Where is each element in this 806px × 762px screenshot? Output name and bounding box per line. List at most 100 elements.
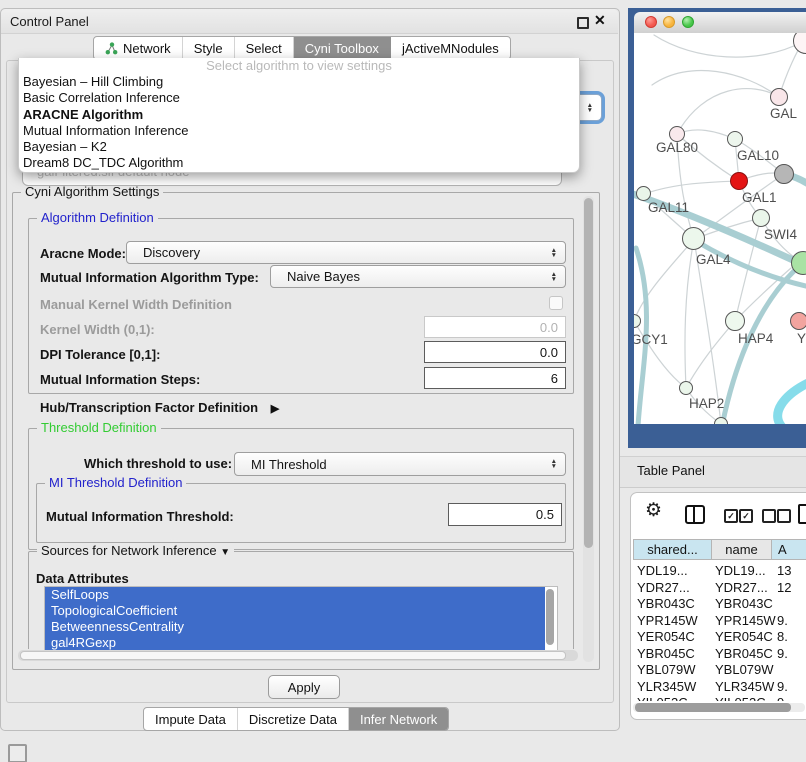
- unchecked-checkbox-icon[interactable]: [777, 509, 791, 523]
- network-node-gal1[interactable]: [730, 172, 748, 190]
- checked-checkbox-icon[interactable]: ✓: [724, 509, 738, 523]
- table-hscrollbar[interactable]: [633, 703, 805, 712]
- table-cell[interactable]: YBL079W: [715, 662, 774, 677]
- network-node-hap4[interactable]: [725, 311, 745, 331]
- which-threshold-combo[interactable]: MI Threshold ▲▼: [234, 452, 566, 476]
- tab-network[interactable]: Network: [94, 37, 183, 59]
- tab-style[interactable]: Style: [183, 37, 235, 59]
- table-cell[interactable]: YER054C: [637, 629, 695, 644]
- list-item-selfloops[interactable]: SelfLoops: [45, 587, 545, 603]
- table-cell[interactable]: 9.: [777, 646, 788, 661]
- tab-jactivemnodules[interactable]: jActiveMNodules: [391, 37, 510, 59]
- column-header-name[interactable]: name: [711, 539, 772, 560]
- table-panel-container: ⚙ ✓ ✓ shared... name A YDL19... YDL19...…: [630, 492, 806, 720]
- table-cell[interactable]: YDR27...: [715, 580, 768, 595]
- table-cell[interactable]: YBL079W: [637, 662, 696, 677]
- table-hscrollbar-thumb[interactable]: [635, 703, 791, 712]
- document-icon[interactable]: [798, 504, 806, 524]
- table-cell[interactable]: YPR145W: [637, 613, 698, 628]
- node-label: GAL4: [696, 252, 731, 267]
- table-cell[interactable]: YDL19...: [715, 563, 766, 578]
- table-cell[interactable]: YIL052C: [715, 695, 766, 701]
- control-panel-titlebar[interactable]: [1, 9, 618, 34]
- table-cell[interactable]: 12: [777, 580, 791, 595]
- control-panel-title: Control Panel: [10, 14, 89, 29]
- columns-icon[interactable]: [685, 505, 705, 524]
- minimize-traffic-light[interactable]: [663, 16, 675, 28]
- mi-algorithm-type-combo[interactable]: Naive Bayes ▲▼: [270, 265, 566, 288]
- tab-discretize-data[interactable]: Discretize Data: [238, 708, 349, 730]
- list-vscrollbar-thumb[interactable]: [546, 589, 554, 645]
- network-node-gal4[interactable]: [682, 227, 705, 250]
- table-cell[interactable]: 8.: [777, 629, 788, 644]
- table-cell[interactable]: YBR045C: [715, 646, 773, 661]
- aracne-mode-combo[interactable]: Discovery ▲▼: [126, 241, 566, 264]
- network-node-swi4[interactable]: [752, 209, 770, 227]
- table-cell[interactable]: 9.: [777, 613, 788, 628]
- popup-item-dream8[interactable]: Dream8 DC_TDC Algorithm: [19, 155, 579, 171]
- list-item-betweennesscentrality[interactable]: BetweennessCentrality: [45, 619, 545, 635]
- table-cell[interactable]: YDR27...: [637, 580, 690, 595]
- network-canvas[interactable]: GAL GAL80 GAL10 GAL1 GAL11 SWI4 GAL4 GCY…: [634, 33, 806, 424]
- float-window-icon[interactable]: [577, 17, 589, 29]
- table-cell[interactable]: YIL052C: [637, 695, 688, 701]
- table-cell[interactable]: 9.: [777, 695, 788, 701]
- hub-definition-toggle[interactable]: Hub/Transcription Factor Definition ▶: [40, 400, 279, 415]
- manual-kernel-checkbox[interactable]: [549, 296, 563, 310]
- close-icon[interactable]: ✕: [594, 12, 606, 29]
- table-cell[interactable]: YDL19...: [637, 563, 688, 578]
- network-node-gray[interactable]: [774, 164, 794, 184]
- tab-cyni-toolbox[interactable]: Cyni Toolbox: [294, 37, 391, 59]
- list-item-gal4rgexp[interactable]: gal4RGexp: [45, 635, 545, 651]
- tab-select[interactable]: Select: [235, 37, 294, 59]
- table-cell[interactable]: YLR345W: [715, 679, 774, 694]
- settings-vscrollbar[interactable]: [583, 196, 594, 662]
- kernel-width-field[interactable]: 0.0: [424, 316, 566, 338]
- node-label: GAL11: [648, 200, 689, 215]
- close-traffic-light[interactable]: [645, 16, 657, 28]
- network-node-gal10[interactable]: [727, 131, 743, 147]
- gear-icon[interactable]: ⚙: [645, 499, 662, 522]
- table-cell[interactable]: YLR345W: [637, 679, 696, 694]
- threshold-definition-legend: Threshold Definition: [37, 420, 161, 435]
- table-cell[interactable]: YBR043C: [715, 596, 773, 611]
- table-cell[interactable]: YER054C: [715, 629, 773, 644]
- checked-checkbox-icon[interactable]: ✓: [739, 509, 753, 523]
- settings-hscrollbar[interactable]: [18, 650, 578, 661]
- sources-legend[interactable]: Sources for Network Inference ▼: [37, 543, 234, 558]
- network-window-titlebar[interactable]: [634, 12, 806, 34]
- bottom-tabbar: Impute Data Discretize Data Infer Networ…: [143, 707, 449, 731]
- table-cell[interactable]: YBR045C: [637, 646, 695, 661]
- tab-impute-data[interactable]: Impute Data: [144, 708, 238, 730]
- popup-item-basic-correlation[interactable]: Basic Correlation Inference: [19, 90, 579, 106]
- floating-panel-icon[interactable]: [8, 744, 27, 762]
- dpi-tolerance-field[interactable]: 0.0: [424, 341, 566, 363]
- mi-algorithm-type-label: Mutual Information Algorithm Type:: [40, 270, 259, 285]
- table-cell[interactable]: YPR145W: [715, 613, 776, 628]
- column-header-a[interactable]: A: [771, 539, 806, 560]
- list-item-topologicalcoefficient[interactable]: TopologicalCoefficient: [45, 603, 545, 619]
- table-cell[interactable]: 9.: [777, 679, 788, 694]
- mi-steps-field[interactable]: 6: [424, 367, 566, 389]
- table-cell[interactable]: YBR043C: [637, 596, 695, 611]
- popup-item-mutual-info[interactable]: Mutual Information Inference: [19, 123, 579, 139]
- network-node-salmon[interactable]: [790, 312, 806, 330]
- column-header-shared-name[interactable]: shared...: [633, 539, 712, 560]
- mi-threshold-field[interactable]: 0.5: [448, 503, 562, 526]
- popup-item-bayesian-k2[interactable]: Bayesian – K2: [19, 139, 579, 155]
- apply-button[interactable]: Apply: [268, 675, 340, 699]
- settings-vscrollbar-thumb[interactable]: [584, 198, 593, 548]
- popup-item-bayesian-hill[interactable]: Bayesian – Hill Climbing: [19, 74, 579, 90]
- network-node-gal7[interactable]: [770, 88, 788, 106]
- kernel-width-label: Kernel Width (0,1):: [40, 322, 155, 337]
- network-node-hap2[interactable]: [679, 381, 693, 395]
- settings-hscrollbar-thumb[interactable]: [20, 651, 566, 660]
- popup-item-aracne[interactable]: ARACNE Algorithm: [19, 107, 579, 123]
- table-cell[interactable]: 13: [777, 563, 791, 578]
- tab-infer-network[interactable]: Infer Network: [349, 708, 448, 730]
- network-node[interactable]: [714, 417, 728, 424]
- unchecked-checkbox-icon[interactable]: [762, 509, 776, 523]
- zoom-traffic-light[interactable]: [682, 16, 694, 28]
- network-node-gal11[interactable]: [636, 186, 651, 201]
- mi-threshold-label: Mutual Information Threshold:: [46, 509, 234, 524]
